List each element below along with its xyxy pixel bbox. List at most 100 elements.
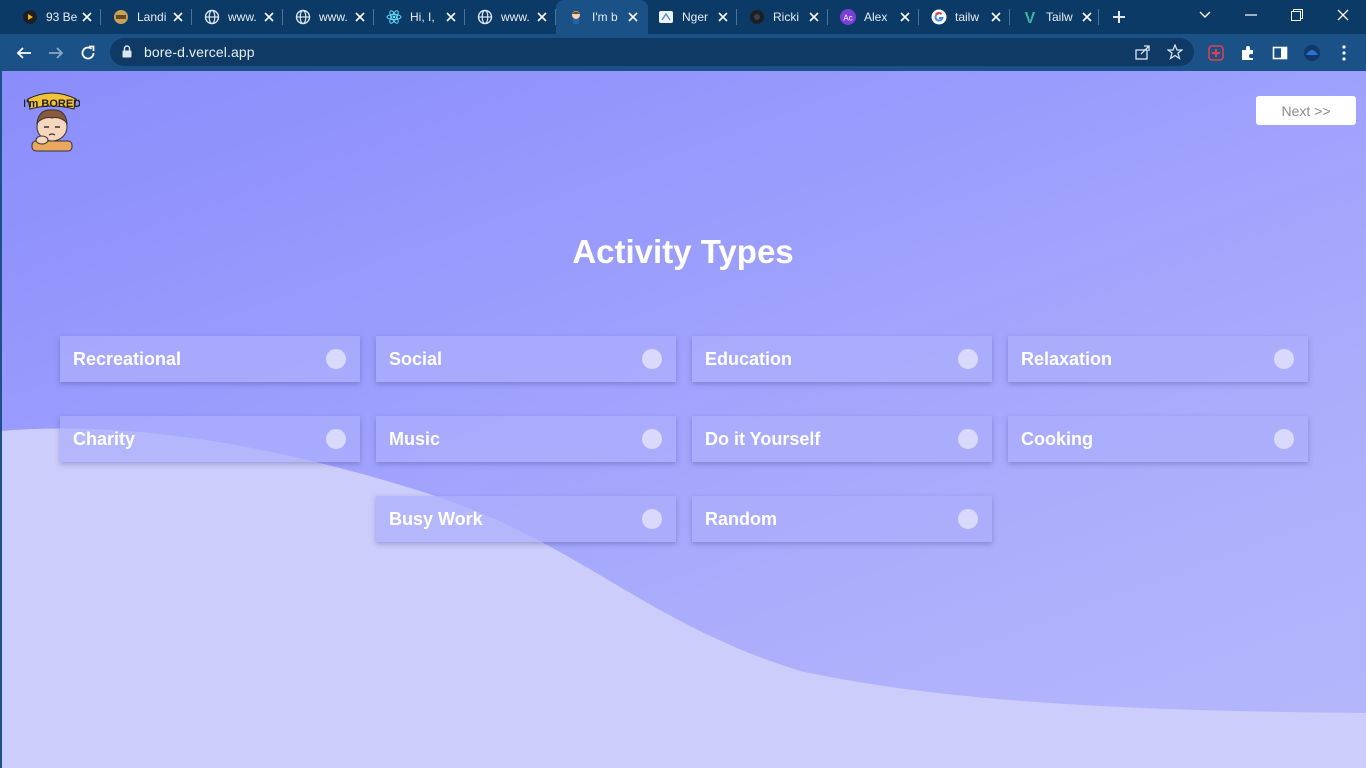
option-recreational[interactable]: Recreational bbox=[60, 336, 360, 382]
google-icon bbox=[931, 9, 947, 25]
logo-text: I'm BORED bbox=[24, 98, 80, 110]
menu-icon[interactable] bbox=[1331, 40, 1357, 66]
share-icon[interactable] bbox=[1134, 43, 1152, 61]
new-tab-button[interactable] bbox=[1108, 6, 1130, 28]
logo: I'm BORED bbox=[23, 85, 81, 159]
option-label: Recreational bbox=[73, 349, 182, 369]
chevron-down-icon bbox=[1199, 11, 1211, 18]
tab-3[interactable]: www. bbox=[273, 0, 374, 34]
extension-red-icon[interactable] bbox=[1203, 40, 1229, 66]
puzzle-icon[interactable] bbox=[1235, 40, 1261, 66]
tab-title: www. bbox=[319, 10, 348, 24]
tab-9[interactable]: Ac Alex bbox=[818, 0, 919, 34]
globe-icon bbox=[204, 9, 220, 25]
close-window-button[interactable] bbox=[1320, 0, 1366, 30]
react-icon bbox=[386, 9, 402, 25]
globe-icon bbox=[295, 9, 311, 25]
url-text: bore-d.vercel.app bbox=[144, 44, 255, 60]
option-label: Music bbox=[389, 429, 441, 449]
tab-1[interactable]: Landi bbox=[91, 0, 192, 34]
close-icon[interactable] bbox=[1080, 10, 1094, 24]
radio-button[interactable] bbox=[958, 509, 978, 529]
option-music[interactable]: Music bbox=[376, 416, 676, 462]
tab-2[interactable]: www. bbox=[182, 0, 283, 34]
vue-icon: V bbox=[1022, 9, 1038, 25]
reload-icon bbox=[81, 45, 95, 60]
option-relaxation[interactable]: Relaxation bbox=[1008, 336, 1308, 382]
page-title: Activity Types bbox=[572, 233, 794, 270]
option-cooking[interactable]: Cooking bbox=[1008, 416, 1308, 462]
forward-button[interactable] bbox=[43, 40, 69, 66]
tab-0[interactable]: 93 Be bbox=[0, 0, 101, 34]
tab-title: Tailw bbox=[1046, 10, 1073, 24]
radio-button[interactable] bbox=[958, 429, 978, 449]
tab-4[interactable]: Hi, I, bbox=[364, 0, 465, 34]
option-busy-work[interactable]: Busy Work bbox=[376, 496, 676, 542]
tab-11[interactable]: V Tailw bbox=[1000, 0, 1099, 34]
github-icon bbox=[749, 9, 765, 25]
ac-badge-text: Ac bbox=[843, 14, 852, 23]
minimize-button[interactable] bbox=[1228, 0, 1274, 30]
option-label: Social bbox=[389, 349, 443, 369]
page-content: I'm BORED Next >> Activity Types Recreat… bbox=[0, 71, 1366, 768]
ac-icon: Ac bbox=[840, 9, 856, 25]
ngrok-icon bbox=[658, 9, 674, 25]
radio-button[interactable] bbox=[1274, 429, 1294, 449]
option-label: Busy Work bbox=[389, 509, 483, 529]
tab-title: I'm b bbox=[592, 10, 618, 24]
side-panel-icon[interactable] bbox=[1267, 40, 1293, 66]
option-label: Education bbox=[705, 349, 793, 369]
tab-title: www. bbox=[228, 10, 257, 24]
tab-10[interactable]: tailw bbox=[909, 0, 1010, 34]
next-button[interactable]: Next >> bbox=[1256, 96, 1356, 125]
restore-button[interactable] bbox=[1274, 0, 1320, 30]
close-icon[interactable] bbox=[535, 10, 549, 24]
option-label: Cooking bbox=[1021, 429, 1093, 449]
tab-title: Alex bbox=[864, 10, 888, 24]
minimize-icon bbox=[1245, 14, 1257, 16]
tab-5[interactable]: www. bbox=[455, 0, 556, 34]
tab-title: Ricki bbox=[773, 10, 799, 24]
radio-button[interactable] bbox=[326, 349, 346, 369]
option-social[interactable]: Social bbox=[376, 336, 676, 382]
option-label: Relaxation bbox=[1021, 349, 1113, 369]
option-charity[interactable]: Charity bbox=[60, 416, 360, 462]
tab-title: 93 Be bbox=[46, 10, 78, 24]
bored-logo-icon: I'm BORED bbox=[23, 92, 81, 152]
radio-button[interactable] bbox=[326, 429, 346, 449]
browser-toolbar: bore-d.vercel.app bbox=[0, 34, 1366, 71]
back-button[interactable] bbox=[11, 40, 37, 66]
plus-icon bbox=[1113, 11, 1125, 23]
tab-title: Hi, I, bbox=[410, 10, 435, 24]
option-random[interactable]: Random bbox=[692, 496, 992, 542]
option-label: Charity bbox=[73, 429, 136, 449]
lock-icon bbox=[122, 45, 132, 63]
arrow-left-icon bbox=[16, 47, 31, 59]
tab-8[interactable]: Ricki bbox=[727, 0, 828, 34]
radio-button[interactable] bbox=[1274, 349, 1294, 369]
profile-avatar[interactable] bbox=[1299, 40, 1325, 66]
radio-button[interactable] bbox=[642, 429, 662, 449]
tab-title: Landi bbox=[137, 10, 167, 24]
restore-icon bbox=[1291, 9, 1303, 21]
window-edge bbox=[0, 71, 2, 768]
radio-button[interactable] bbox=[642, 509, 662, 529]
landing-icon bbox=[113, 9, 129, 25]
reload-button[interactable] bbox=[75, 40, 101, 66]
option-do-it-yourself[interactable]: Do it Yourself bbox=[692, 416, 992, 462]
close-icon bbox=[1337, 9, 1349, 21]
address-bar[interactable]: bore-d.vercel.app bbox=[110, 38, 1194, 66]
bored-icon bbox=[568, 9, 584, 25]
radio-button[interactable] bbox=[958, 349, 978, 369]
radio-button[interactable] bbox=[642, 349, 662, 369]
tab-strip: 93 Be Landi www. www. Hi, I, www. I'm b bbox=[0, 0, 1366, 34]
tab-7[interactable]: Nger bbox=[636, 0, 737, 34]
star-icon[interactable] bbox=[1166, 43, 1184, 61]
globe-icon bbox=[477, 9, 493, 25]
tab-title: tailw bbox=[955, 10, 980, 24]
option-education[interactable]: Education bbox=[692, 336, 992, 382]
vue-badge-text: V bbox=[1025, 10, 1036, 25]
tab-separator bbox=[1098, 9, 1099, 25]
tab-6-active[interactable]: I'm b bbox=[556, 0, 648, 34]
tab-search-button[interactable] bbox=[1182, 0, 1228, 30]
